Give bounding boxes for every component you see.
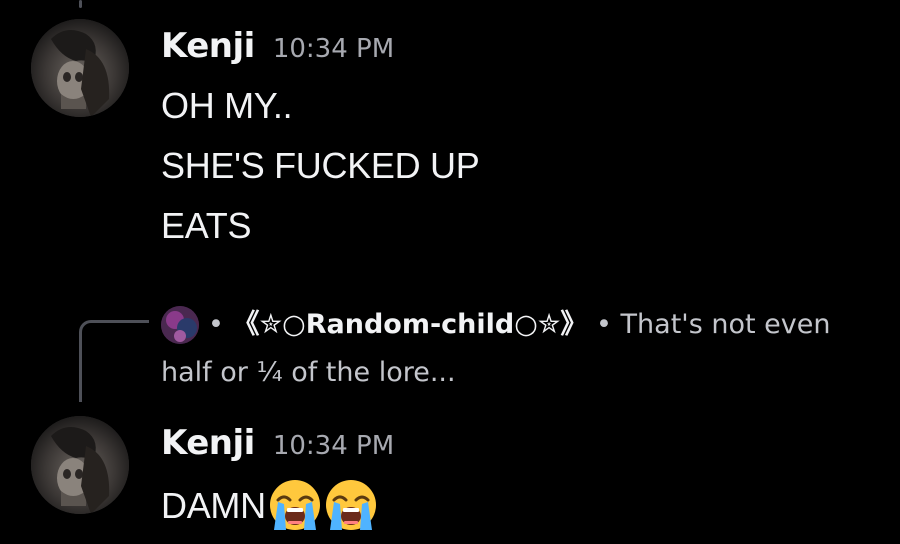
reply-bullet: •: [208, 309, 224, 340]
reply-spine-line: [79, 320, 149, 402]
reply-username[interactable]: 《✮○Random-child○✮》: [233, 309, 588, 340]
reply-preview[interactable]: • 《✮○Random-child○✮》 • That's not even: [208, 306, 830, 344]
reply-avatar[interactable]: [161, 306, 199, 344]
reply-text: That's not even: [620, 309, 831, 340]
avatar[interactable]: [31, 416, 129, 514]
reply-text-continued[interactable]: half or ¼ of the lore...: [161, 354, 456, 392]
message-text-line: OH MY..: [161, 85, 293, 126]
loudly-crying-face-icon: [324, 478, 378, 532]
loudly-crying-face-icon: [268, 478, 322, 532]
avatar[interactable]: [31, 19, 129, 117]
username[interactable]: Kenji: [161, 26, 255, 66]
message-header: Kenji 10:34 PM: [161, 423, 394, 463]
message-text-line: SHE'S FUCKED UP: [161, 145, 480, 186]
message-text-line: EATS: [161, 205, 252, 246]
message-header: Kenji 10:34 PM: [161, 26, 394, 66]
timestamp: 10:34 PM: [272, 431, 395, 461]
thread-connector-line: [79, 0, 82, 8]
message-text: DAMN: [161, 485, 266, 526]
timestamp: 10:34 PM: [272, 34, 395, 64]
message-text-line: DAMN: [161, 478, 378, 532]
username[interactable]: Kenji: [161, 423, 255, 463]
reply-separator: •: [596, 309, 612, 340]
